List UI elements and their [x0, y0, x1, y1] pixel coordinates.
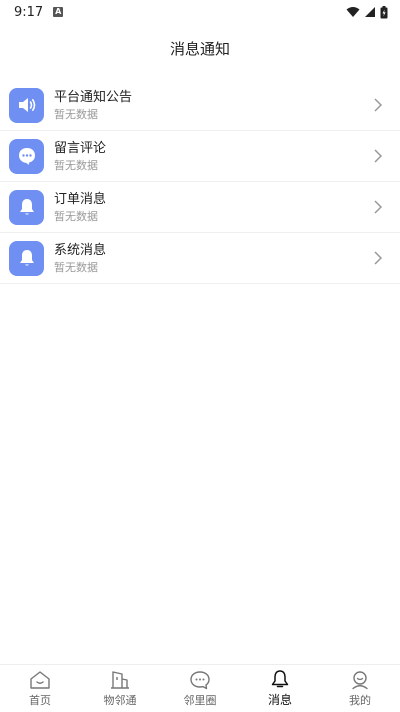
- list-item-title: 订单消息: [54, 191, 107, 207]
- list-item-subtitle: 暂无数据: [54, 107, 98, 121]
- tab-neighborhood[interactable]: 邻里圈: [160, 665, 240, 712]
- building-icon: [111, 670, 129, 689]
- list-item-subtitle: 暂无数据: [54, 209, 98, 223]
- chevron-right-icon: [374, 98, 383, 112]
- list-item-order-messages[interactable]: 订单消息 暂无数据: [0, 182, 400, 233]
- list-item-title: 平台通知公告: [54, 89, 133, 105]
- tab-profile[interactable]: 我的: [320, 665, 400, 712]
- bottom-tab-bar: 首页 物邻通 邻里圈 消息 我的: [0, 664, 400, 712]
- chat-bubble-icon: [9, 138, 44, 174]
- signal-icon: [365, 7, 375, 17]
- chevron-right-icon: [374, 200, 383, 214]
- wifi-icon: [346, 7, 360, 17]
- tab-label: 首页: [29, 693, 51, 707]
- list-item-comments[interactable]: 留言评论 暂无数据: [0, 131, 400, 182]
- status-time: 9:17: [14, 4, 44, 20]
- tab-label: 邻里圈: [183, 693, 217, 707]
- speaker-icon: [9, 87, 44, 123]
- home-icon: [30, 670, 50, 689]
- list-item-title: 留言评论: [54, 140, 107, 156]
- page-header: 消息通知: [0, 24, 400, 72]
- profile-icon: [352, 670, 368, 689]
- list-item-title: 系统消息: [54, 242, 107, 258]
- tab-messages[interactable]: 消息: [240, 665, 320, 712]
- bell-icon: [9, 240, 44, 276]
- list-item-subtitle: 暂无数据: [54, 260, 98, 274]
- list-item-platform-notice[interactable]: 平台通知公告 暂无数据: [0, 80, 400, 131]
- tab-property[interactable]: 物邻通: [80, 665, 160, 712]
- tab-label: 我的: [349, 693, 371, 707]
- tab-label: 物邻通: [103, 693, 137, 707]
- list-item-subtitle: 暂无数据: [54, 158, 98, 172]
- bell-icon: [9, 189, 44, 225]
- tab-label: 消息: [267, 693, 292, 707]
- bell-icon: [271, 670, 289, 688]
- list-item-system-messages[interactable]: 系统消息 暂无数据: [0, 233, 400, 284]
- message-category-list: 平台通知公告 暂无数据 留言评论 暂无数据 订单消息 暂无数据 系统消息 暂无数…: [0, 80, 400, 284]
- chevron-right-icon: [374, 149, 383, 163]
- tab-home[interactable]: 首页: [0, 665, 80, 712]
- page-title: 消息通知: [169, 39, 230, 58]
- battery-icon: [380, 5, 388, 18]
- notification-a-icon: A: [53, 7, 64, 17]
- chevron-right-icon: [374, 251, 383, 265]
- chat-icon: [190, 670, 210, 689]
- status-bar: 9:17 A: [0, 0, 400, 24]
